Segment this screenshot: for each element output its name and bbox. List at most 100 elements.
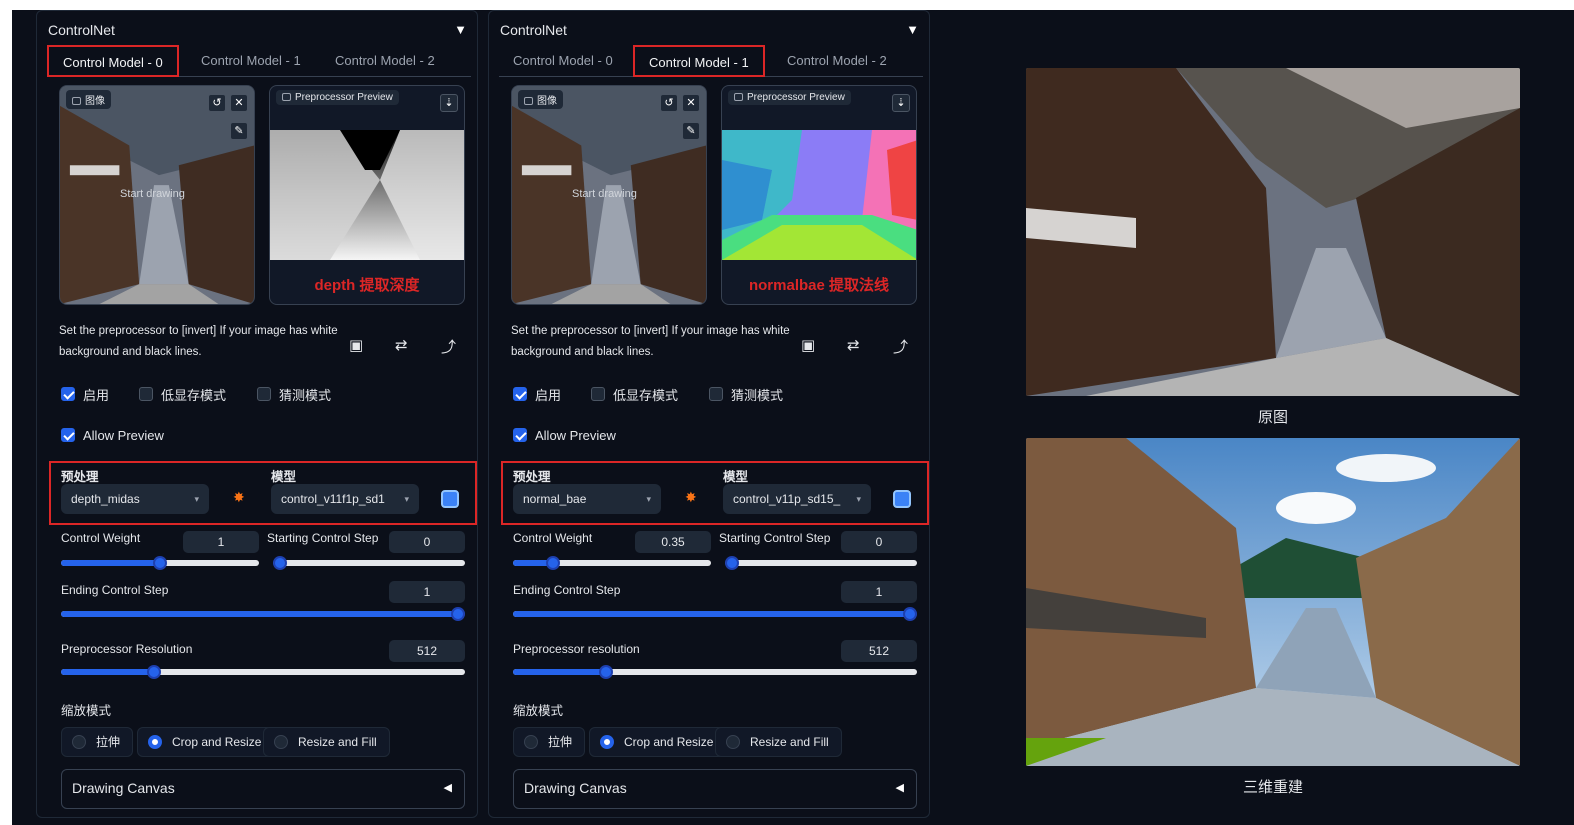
brush-icon[interactable]: ✎ (230, 122, 248, 140)
input-image-box[interactable]: 图像 ↺ ✕ ✎ Start drawing (511, 85, 707, 305)
tab-control-model-2[interactable]: Control Model - 2 (773, 45, 901, 77)
tab-control-model-1[interactable]: Control Model - 1 (187, 45, 315, 77)
tab-bar: Control Model - 0 Control Model - 1 Cont… (499, 45, 923, 77)
guess-mode-checkbox[interactable]: 猜测模式 (709, 385, 783, 403)
radio-dot[interactable] (72, 735, 86, 749)
tab-control-model-2[interactable]: Control Model - 2 (321, 45, 449, 77)
preview-caption: normalbae 提取法线 (748, 277, 890, 294)
low-vram-checkbox[interactable]: 低显存模式 (591, 385, 678, 403)
send-dimensions-icon[interactable]: ⤴ (893, 336, 908, 357)
checkbox-box[interactable] (61, 387, 75, 401)
download-icon[interactable]: ⇣ (440, 94, 458, 112)
starting-step-slider[interactable] (273, 556, 465, 570)
drawing-canvas-label: Drawing Canvas (524, 780, 627, 796)
control-weight-slider[interactable] (513, 556, 711, 570)
preprocessor-select[interactable]: normal_bae ▾ (513, 484, 661, 514)
refresh-icon[interactable] (893, 490, 911, 508)
model-select[interactable]: control_v11p_sd15_ ▾ (723, 484, 871, 514)
resolution-input[interactable]: 512 (389, 640, 465, 662)
checkbox-box[interactable] (591, 387, 605, 401)
camera-icon[interactable]: ▣ (801, 336, 815, 354)
collapse-caret-icon[interactable]: ▼ (454, 22, 467, 37)
allow-preview-checkbox[interactable]: Allow Preview (513, 426, 616, 444)
starting-step-input[interactable]: 0 (389, 531, 465, 553)
radio-dot[interactable] (524, 735, 538, 749)
ending-step-input[interactable]: 1 (841, 581, 917, 603)
resize-option-crop[interactable]: Crop and Resize (137, 727, 275, 757)
checkbox-box[interactable] (513, 387, 527, 401)
model-select[interactable]: control_v11f1p_sd1 ▾ (271, 484, 419, 514)
checkbox-box[interactable] (513, 428, 527, 442)
resize-option-crop[interactable]: Crop and Resize (589, 727, 727, 757)
download-icon[interactable]: ⇣ (892, 94, 910, 112)
image-icon (72, 97, 81, 105)
resolution-slider[interactable] (61, 665, 465, 679)
preview-label: Preprocessor Preview (728, 90, 851, 105)
close-icon[interactable]: ✕ (682, 94, 700, 112)
checkbox-box[interactable] (139, 387, 153, 401)
ending-step-label: Ending Control Step (61, 583, 169, 597)
radio-dot[interactable] (600, 735, 614, 749)
resize-option-fill[interactable]: Resize and Fill (263, 727, 390, 757)
resolution-input[interactable]: 512 (841, 640, 917, 662)
drawing-canvas-accordion[interactable]: Drawing Canvas ◀ (61, 769, 465, 809)
low-vram-checkbox[interactable]: 低显存模式 (139, 385, 226, 403)
undo-icon[interactable]: ↺ (208, 94, 226, 112)
radio-dot[interactable] (274, 735, 288, 749)
starting-step-input[interactable]: 0 (841, 531, 917, 553)
result-caption: 三维重建 (1242, 779, 1303, 796)
collapse-caret-icon[interactable]: ▼ (906, 22, 919, 37)
radio-label: Crop and Resize (172, 735, 262, 749)
checkbox-label: 启用 (83, 387, 110, 403)
refresh-icon[interactable] (441, 490, 459, 508)
checkbox-box[interactable] (257, 387, 271, 401)
camera-icon[interactable]: ▣ (349, 336, 363, 354)
guess-mode-checkbox[interactable]: 猜测模式 (257, 385, 331, 403)
radio-dot[interactable] (148, 735, 162, 749)
resize-option-stretch[interactable]: 拉伸 (513, 727, 586, 757)
ending-step-slider[interactable] (61, 607, 465, 621)
brush-icon[interactable]: ✎ (682, 122, 700, 140)
chevron-down-icon: ▾ (856, 494, 861, 504)
depth-map-preview (270, 130, 464, 260)
undo-icon[interactable]: ↺ (660, 94, 678, 112)
image-label-text: 图像 (537, 96, 557, 107)
ending-step-slider[interactable] (513, 607, 917, 621)
swap-icon[interactable]: ⇄ (847, 336, 860, 354)
send-dimensions-icon[interactable]: ⤴ (441, 336, 456, 357)
radio-dot[interactable] (726, 735, 740, 749)
input-image-box[interactable]: 图像 ↺ ✕ ✎ Start drawing (59, 85, 255, 305)
invert-note: Set the preprocessor to [invert] If your… (59, 325, 338, 358)
tab-control-model-0[interactable]: Control Model - 0 (499, 45, 627, 77)
control-weight-label: Control Weight (513, 531, 593, 545)
control-weight-input[interactable]: 1 (183, 531, 259, 553)
checkbox-box[interactable] (709, 387, 723, 401)
radio-label: Resize and Fill (298, 735, 377, 749)
drawing-canvas-accordion[interactable]: Drawing Canvas ◀ (513, 769, 917, 809)
ending-step-input[interactable]: 1 (389, 581, 465, 603)
preprocessor-value: normal_bae (523, 492, 587, 506)
model-label: 模型 (271, 470, 297, 484)
enable-checkbox[interactable]: 启用 (513, 385, 561, 403)
resolution-slider[interactable] (513, 665, 917, 679)
checkbox-label: 启用 (535, 387, 562, 403)
preprocessor-label: 预处理 (61, 470, 99, 484)
tab-control-model-0[interactable]: Control Model - 0 (47, 45, 179, 77)
starting-step-slider[interactable] (725, 556, 917, 570)
enable-checkbox[interactable]: 启用 (61, 385, 109, 403)
resize-option-fill[interactable]: Resize and Fill (715, 727, 842, 757)
checkbox-box[interactable] (61, 428, 75, 442)
radio-label: 拉伸 (548, 735, 573, 749)
control-weight-input[interactable]: 0.35 (635, 531, 711, 553)
allow-preview-checkbox[interactable]: Allow Preview (61, 426, 164, 444)
control-weight-slider[interactable] (61, 556, 259, 570)
control-weight-label: Control Weight (61, 531, 141, 545)
close-icon[interactable]: ✕ (230, 94, 248, 112)
model-value: control_v11f1p_sd1 (281, 492, 385, 506)
swap-icon[interactable]: ⇄ (395, 336, 408, 354)
run-preprocessor-icon[interactable]: ✸ (685, 489, 697, 506)
tab-control-model-1[interactable]: Control Model - 1 (633, 45, 765, 77)
run-preprocessor-icon[interactable]: ✸ (233, 489, 245, 506)
resize-option-stretch[interactable]: 拉伸 (61, 727, 134, 757)
preprocessor-select[interactable]: depth_midas ▾ (61, 484, 209, 514)
